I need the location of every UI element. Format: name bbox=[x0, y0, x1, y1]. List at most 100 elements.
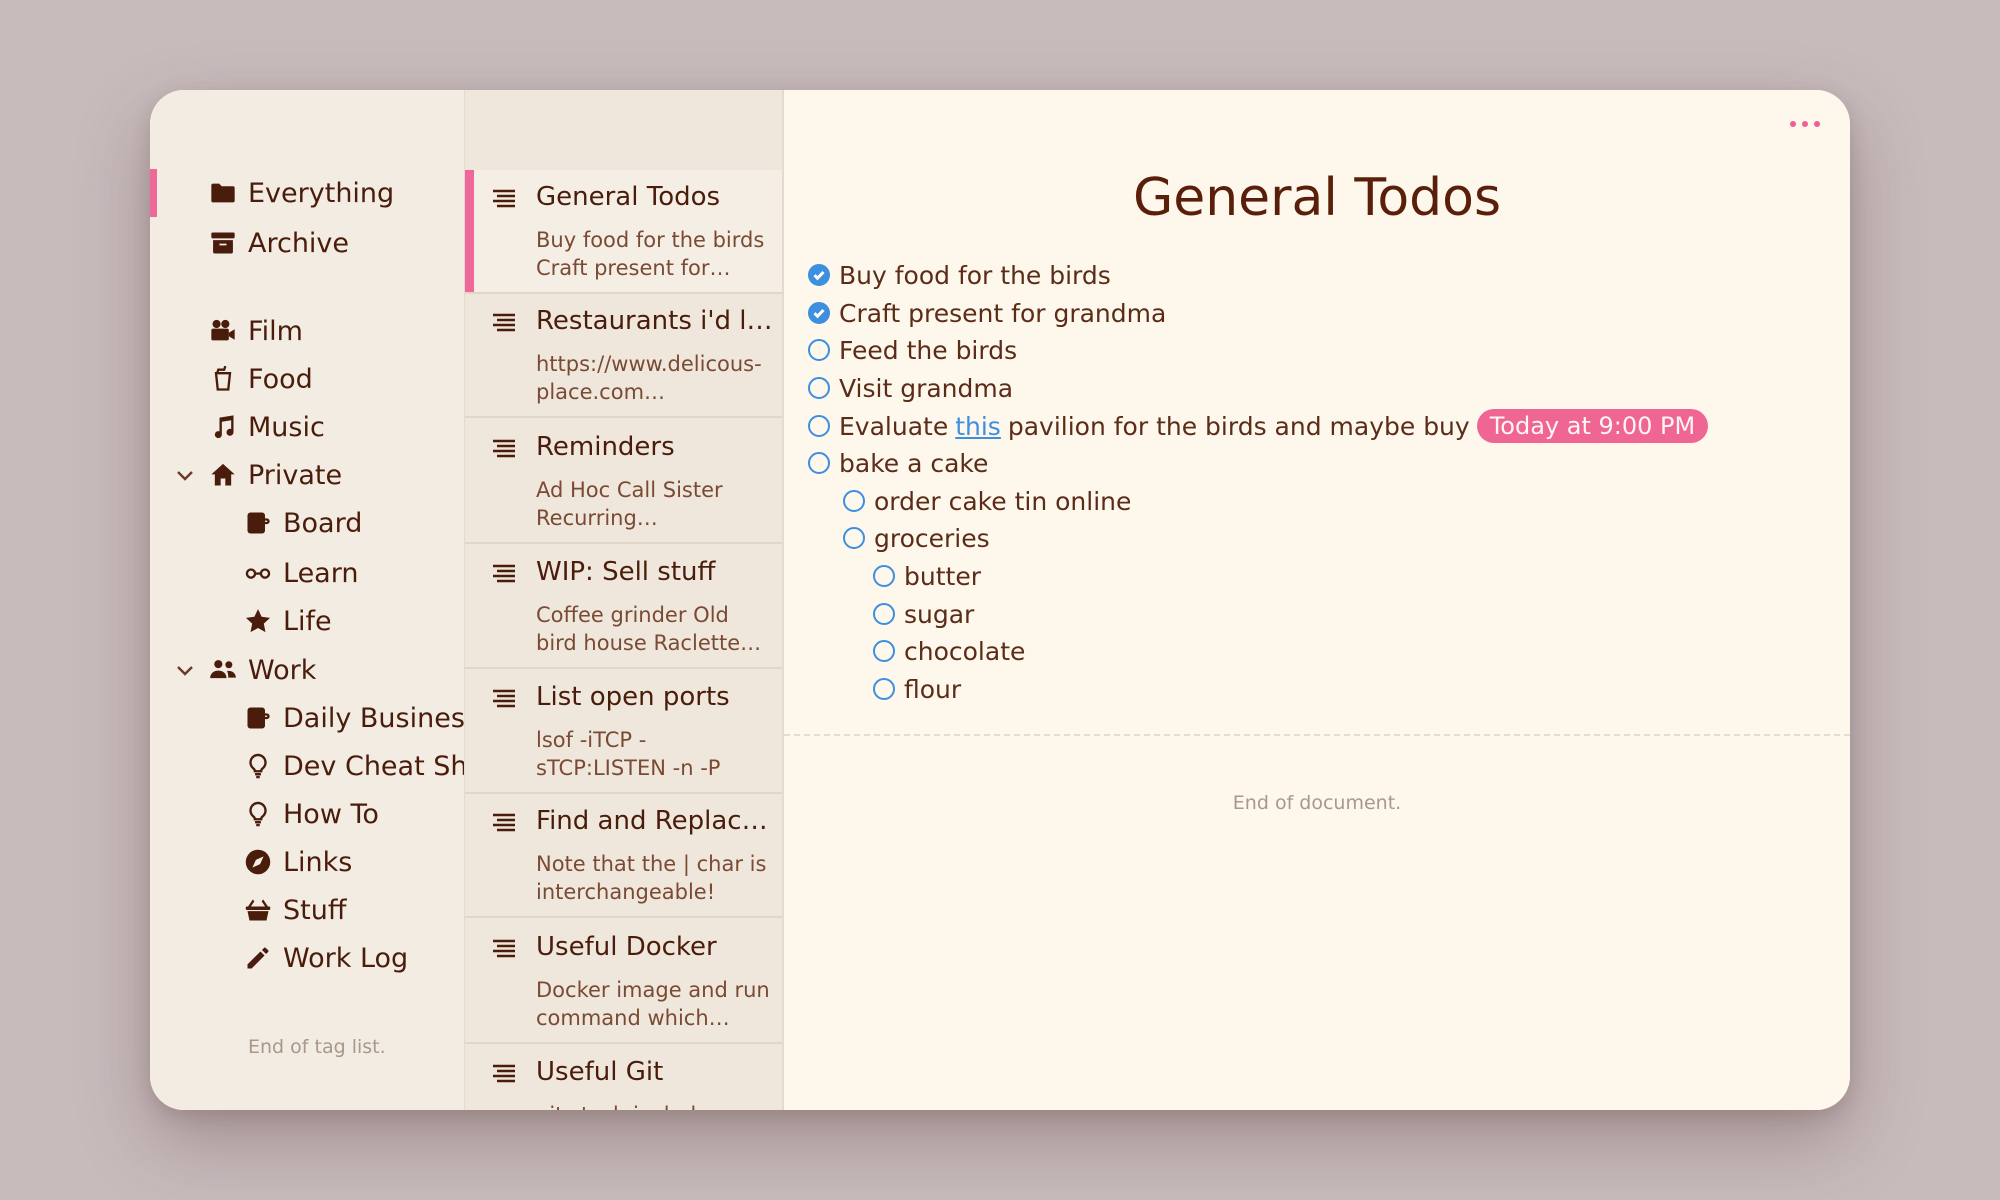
note-card[interactable]: Restaurants i'd like to try https://www.… bbox=[465, 294, 782, 418]
mug-icon bbox=[241, 509, 275, 537]
tag-food[interactable]: Food bbox=[206, 359, 313, 399]
note-card[interactable]: Reminders Ad Hoc Call Sister Recurring… bbox=[465, 420, 782, 544]
tag-links[interactable]: Links bbox=[241, 842, 352, 882]
reminder-badge[interactable]: Today at 9:00 PM bbox=[1476, 409, 1709, 443]
note-editor[interactable]: General Todos Buy food for the birds Cra… bbox=[784, 90, 1850, 1110]
tag-daily-business[interactable]: Daily Business bbox=[241, 698, 464, 738]
tag-music[interactable]: Music bbox=[206, 407, 325, 447]
note-title: List open ports bbox=[536, 682, 730, 712]
tag-label: Private bbox=[248, 459, 343, 491]
end-of-document: End of document. bbox=[1232, 792, 1402, 814]
more-options-button[interactable] bbox=[1790, 116, 1820, 132]
todo-item[interactable]: Buy food for the birds bbox=[808, 257, 1111, 293]
note-card[interactable]: Useful Git git stash include untracked bbox=[465, 1045, 782, 1110]
todo-text: Craft present for grandma bbox=[839, 298, 1167, 328]
tag-label: Film bbox=[248, 315, 303, 347]
note-preview: Buy food for the birds Craft present for… bbox=[536, 228, 765, 280]
note-preview: Coffee grinder Old bird house Raclette… bbox=[536, 603, 762, 655]
tag-how-to[interactable]: How To bbox=[241, 794, 379, 834]
checkbox-icon[interactable] bbox=[873, 640, 895, 662]
note-card[interactable]: WIP: Sell stuff Coffee grinder Old bird … bbox=[465, 545, 782, 669]
note-preview: https://www.delicous-place.com… bbox=[536, 352, 762, 404]
note-list: General Todos Buy food for the birds Cra… bbox=[465, 90, 784, 1110]
tag-stuff[interactable]: Stuff bbox=[241, 890, 346, 930]
tag-label: Dev Cheat Sheets bbox=[283, 750, 464, 782]
note-title: General Todos bbox=[536, 182, 721, 212]
tag-label: Archive bbox=[248, 227, 350, 259]
todo-item[interactable]: Craft present for grandma bbox=[808, 295, 1166, 331]
tag-learn[interactable]: Learn bbox=[241, 553, 358, 593]
todo-text: Evaluate bbox=[839, 411, 949, 441]
app-window: Everything Archive Film Food Music Priva… bbox=[150, 90, 1850, 1110]
note-card[interactable]: List open ports lsof -iTCP -sTCP:LISTEN … bbox=[465, 670, 782, 794]
todo-text: Visit grandma bbox=[839, 373, 1014, 403]
tag-label: Work bbox=[248, 654, 317, 686]
checkbox-icon[interactable] bbox=[808, 452, 830, 474]
cup-icon bbox=[206, 365, 240, 393]
folder-icon bbox=[206, 179, 240, 207]
dot bbox=[1814, 121, 1820, 127]
document-title[interactable]: General Todos bbox=[784, 168, 1850, 228]
todo-text: pavilion for the birds and maybe buy bbox=[1007, 411, 1470, 441]
tag-life[interactable]: Life bbox=[241, 601, 332, 641]
chevron-down-icon[interactable] bbox=[174, 659, 196, 681]
todo-text: sugar bbox=[904, 599, 975, 629]
note-card[interactable]: General Todos Buy food for the birds Cra… bbox=[465, 170, 782, 294]
star-icon bbox=[241, 607, 275, 635]
tag-label: Work Log bbox=[283, 942, 409, 974]
lightbulb-icon bbox=[241, 752, 275, 780]
checkbox-icon[interactable] bbox=[873, 678, 895, 700]
todo-item[interactable]: butter bbox=[873, 558, 981, 594]
checkbox-icon[interactable] bbox=[808, 339, 830, 361]
tag-film[interactable]: Film bbox=[206, 311, 303, 351]
chevron-down-icon[interactable] bbox=[174, 464, 196, 486]
lightbulb-icon bbox=[241, 800, 275, 828]
todo-item[interactable]: bake a cake bbox=[808, 445, 988, 481]
todo-item[interactable]: Visit grandma bbox=[808, 370, 1013, 406]
mug-icon bbox=[241, 704, 275, 732]
note-lines-icon bbox=[491, 1061, 517, 1087]
todo-text: order cake tin online bbox=[874, 486, 1132, 516]
todo-item[interactable]: chocolate bbox=[873, 633, 1025, 669]
tag-label: Board bbox=[283, 507, 363, 539]
note-card[interactable]: Useful Docker Docker image and run comma… bbox=[465, 920, 782, 1044]
todo-item[interactable]: sugar bbox=[873, 596, 974, 632]
todo-item[interactable]: groceries bbox=[843, 520, 990, 556]
dot bbox=[1802, 121, 1808, 127]
tag-board[interactable]: Board bbox=[241, 503, 362, 543]
tag-work-log[interactable]: Work Log bbox=[241, 938, 408, 978]
checkbox-icon[interactable] bbox=[843, 490, 865, 512]
checkbox-icon[interactable] bbox=[808, 377, 830, 399]
tag-private[interactable]: Private bbox=[177, 455, 343, 495]
music-note-icon bbox=[206, 413, 240, 441]
checkbox-icon[interactable] bbox=[873, 565, 895, 587]
checked-checkbox-icon[interactable] bbox=[808, 264, 830, 286]
note-title: Useful Git bbox=[536, 1057, 664, 1087]
checkbox-icon[interactable] bbox=[808, 415, 830, 437]
tag-dev-cheat-sheets[interactable]: Dev Cheat Sheets bbox=[241, 746, 464, 786]
tag-work[interactable]: Work bbox=[177, 650, 317, 690]
todo-link[interactable]: this bbox=[955, 412, 1001, 441]
tag-label: Music bbox=[248, 411, 325, 443]
note-lines-icon bbox=[491, 436, 517, 462]
note-lines-icon bbox=[491, 310, 517, 336]
todo-text: Buy food for the birds bbox=[839, 260, 1111, 290]
todo-item[interactable]: order cake tin online bbox=[843, 483, 1131, 519]
tag-label: Life bbox=[283, 605, 332, 637]
movie-camera-icon bbox=[206, 317, 240, 345]
todo-item[interactable]: flour bbox=[873, 671, 961, 707]
note-lines-icon bbox=[491, 686, 517, 712]
checkbox-icon[interactable] bbox=[873, 603, 895, 625]
note-title: Restaurants i'd like to try bbox=[536, 306, 776, 336]
checkbox-icon[interactable] bbox=[843, 527, 865, 549]
tag-archive[interactable]: Archive bbox=[206, 223, 349, 263]
checked-checkbox-icon[interactable] bbox=[808, 302, 830, 324]
tag-label: Everything bbox=[248, 177, 395, 209]
todo-item[interactable]: Feed the birds bbox=[808, 332, 1017, 368]
tag-everything[interactable]: Everything bbox=[206, 173, 394, 213]
note-card[interactable]: Find and Replace in vim Note that the | … bbox=[465, 794, 782, 918]
tag-label: Links bbox=[283, 846, 353, 878]
selected-note-indicator bbox=[465, 170, 474, 292]
todo-item[interactable]: Evaluate this pavilion for the birds and… bbox=[808, 408, 1709, 444]
dot bbox=[1790, 121, 1796, 127]
